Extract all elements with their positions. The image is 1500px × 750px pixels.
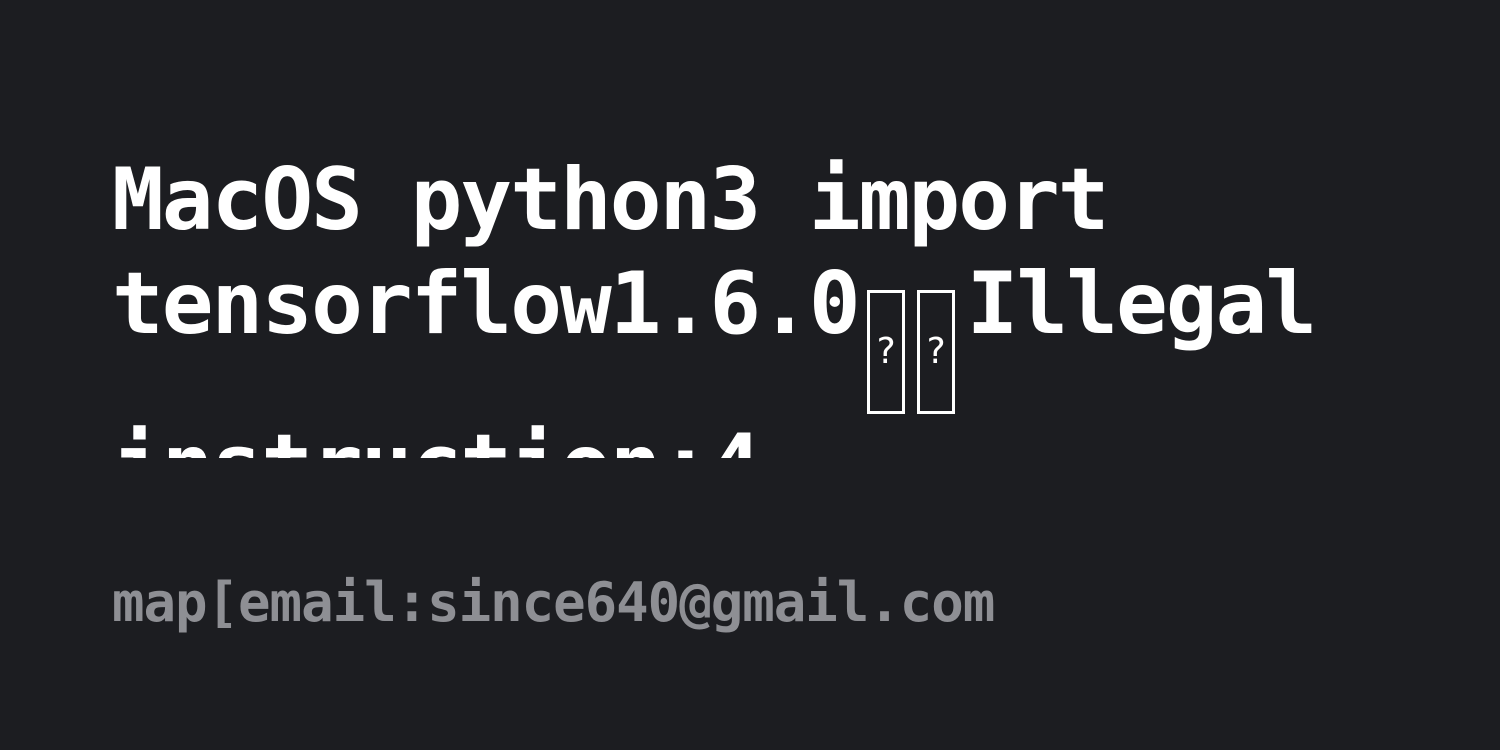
- missing-glyph-icon: ?: [916, 290, 955, 414]
- title-line-2-start: tensorflow1.6.0: [112, 254, 861, 354]
- title-line-3: instruction:4: [112, 414, 1388, 458]
- author-email: map[email:since640@gmail.com: [112, 571, 995, 634]
- title-container: MacOS python3 import tensorflow1.6.0?? Il…: [112, 148, 1388, 458]
- title-line-1: MacOS python3 import: [112, 150, 1110, 250]
- page-title: MacOS python3 import tensorflow1.6.0?? Il…: [112, 148, 1388, 458]
- title-line-2: tensorflow1.6.0?? Illegal: [112, 252, 1388, 414]
- missing-glyph-icon: ?: [866, 290, 905, 414]
- social-card: MacOS python3 import tensorflow1.6.0?? Il…: [0, 0, 1500, 750]
- title-line-2-end: Illegal: [966, 254, 1317, 354]
